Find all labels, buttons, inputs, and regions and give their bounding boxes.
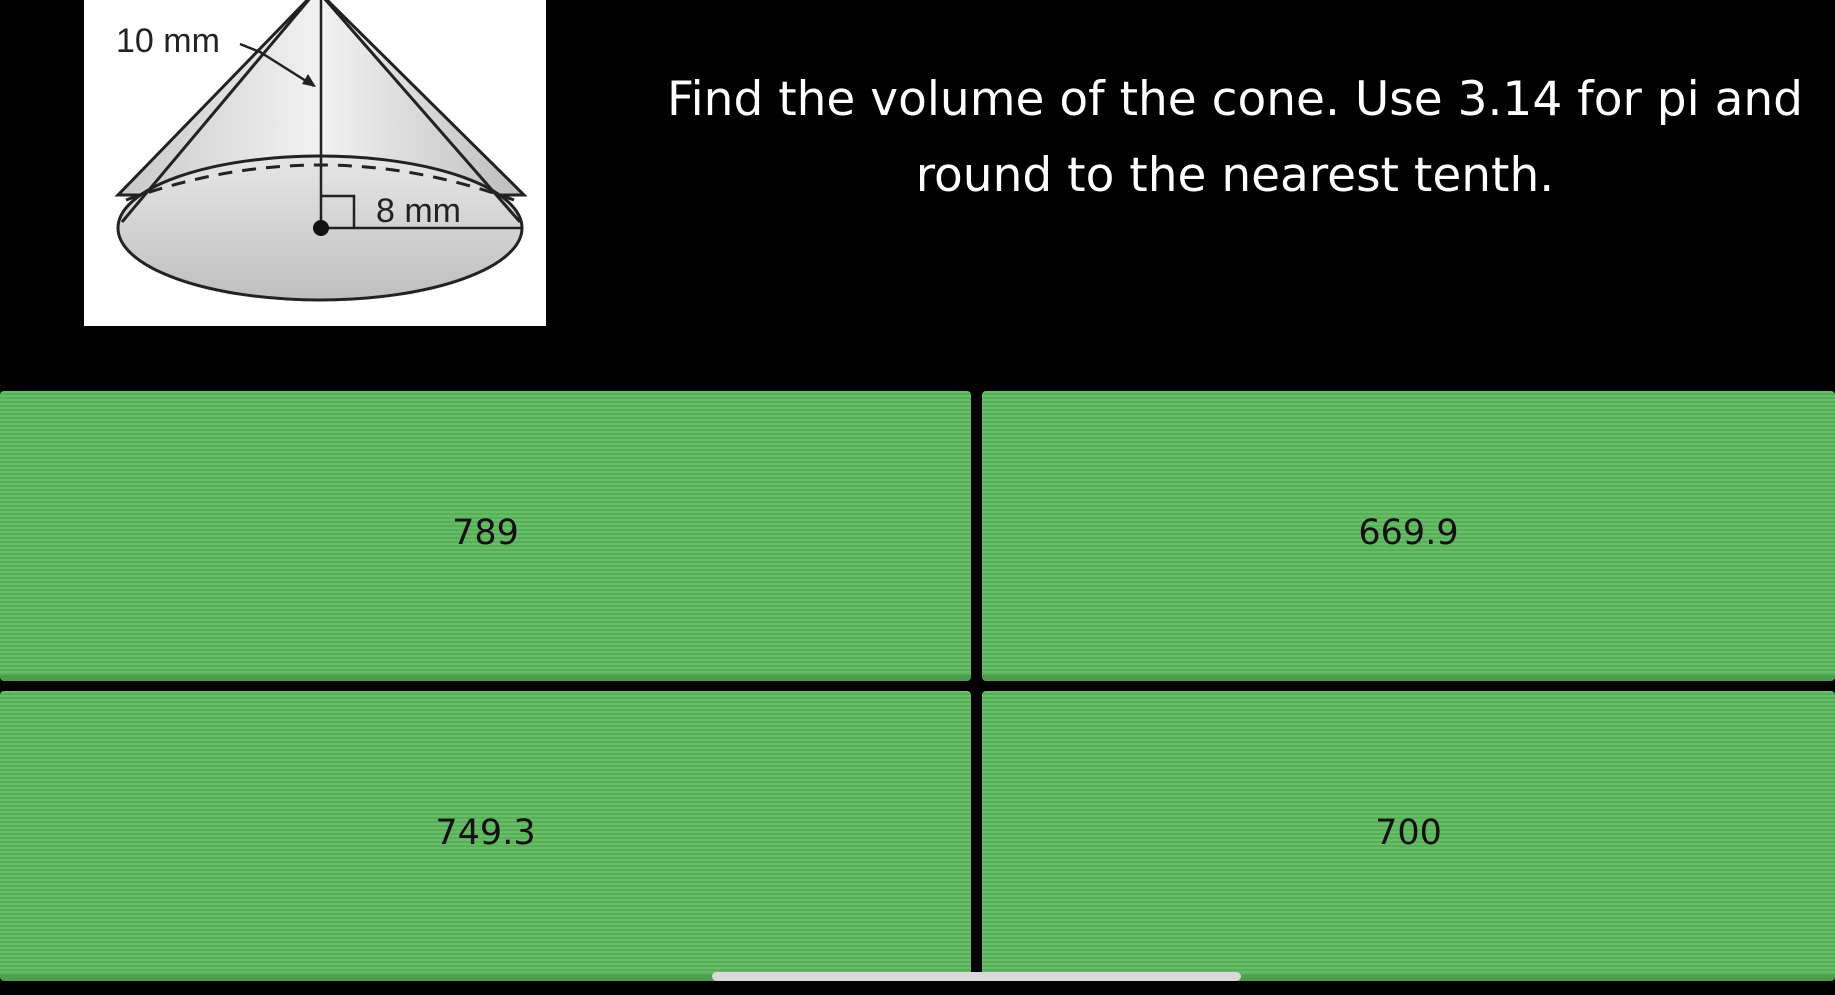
answer-option-4[interactable]: 700 (982, 691, 1835, 981)
answer-label: 789 (452, 513, 519, 553)
answer-label: 669.9 (1358, 513, 1459, 553)
answer-label: 749.3 (435, 813, 536, 853)
radius-label: 8 mm (376, 192, 461, 230)
cone-figure: 10 mm 8 mm (84, 0, 546, 326)
question-text: Find the volume of the cone. Use 3.14 fo… (666, 72, 1803, 203)
answer-label: 700 (1375, 813, 1442, 853)
answer-option-2[interactable]: 669.9 (982, 391, 1835, 681)
slant-height-label: 10 mm (116, 22, 220, 60)
home-indicator[interactable] (712, 972, 1241, 981)
answer-option-1[interactable]: 789 (0, 391, 971, 681)
answer-option-3[interactable]: 749.3 (0, 691, 971, 981)
